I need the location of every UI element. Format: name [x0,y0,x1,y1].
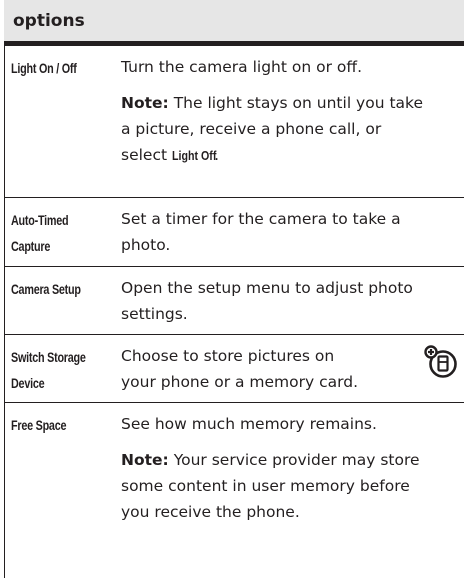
note-text-line: Your service provider may store [173,451,420,469]
note-label: Note: [121,94,169,112]
table-row: Camera Setup Open the setup menu to adju… [5,267,464,335]
description-text: settings. [121,305,188,323]
option-label: Light On / Off [11,61,77,76]
note-text-line: you receive the phone. [121,503,300,521]
option-label: Free Space [11,418,67,433]
option-cell: Auto-Timed Capture [5,198,121,266]
description-text: your phone or a memory card. [121,373,358,391]
table-header: options [4,0,464,46]
memory-card-storage-icon [424,345,457,378]
light-off-command: Light Off [172,148,217,163]
description-cell: Set a timer for the camera to take a pho… [121,198,464,266]
table-row: Light On / Off Turn the camera light on … [5,46,464,198]
option-label: Camera Setup [11,282,81,297]
description-text: Open the setup menu to adjust photo [121,279,413,297]
description-cell: Open the setup menu to adjust photo sett… [121,267,464,334]
table-row: Switch Storage Device Choose to store pi… [5,335,464,403]
description-cell: See how much memory remains. Note: Your … [121,403,464,578]
note-paragraph: Note: Your service provider may store so… [121,447,454,525]
description-text: Set a timer for the camera to take a [121,210,401,228]
note-text-line: The light stays on until you take [173,94,423,112]
description-cell: Choose to store pictures on your phone o… [121,335,464,402]
note-paragraph: Note: The light stays on until you take … [121,90,454,169]
option-label: Capture [11,239,51,254]
note-text-line: a picture, receive a phone call, or [121,120,382,138]
option-label: Switch Storage [11,350,86,365]
description-cell: Turn the camera light on or off. Note: T… [121,46,464,197]
option-cell: Switch Storage Device [5,335,121,402]
description-text: Turn the camera light on or off. [121,58,362,76]
option-label: Device [11,376,45,391]
note-label: Note: [121,451,169,469]
description-text: Choose to store pictures on [121,347,335,365]
option-cell: Camera Setup [5,267,121,334]
option-cell: Light On / Off [5,46,121,197]
table-row: Free Space See how much memory remains. … [5,403,464,578]
option-label: Auto-Timed [11,213,69,228]
table-body: Light On / Off Turn the camera light on … [4,46,464,578]
header-label: options [13,10,85,31]
description-text: See how much memory remains. [121,415,377,433]
option-cell: Free Space [5,403,121,578]
options-table: options Light On / Off Turn the camera l… [4,0,464,578]
note-text-line: select [121,146,168,164]
table-row: Auto-Timed Capture Set a timer for the c… [5,198,464,267]
note-text-line: some content in user memory before [121,477,410,495]
description-text: photo. [121,236,171,254]
